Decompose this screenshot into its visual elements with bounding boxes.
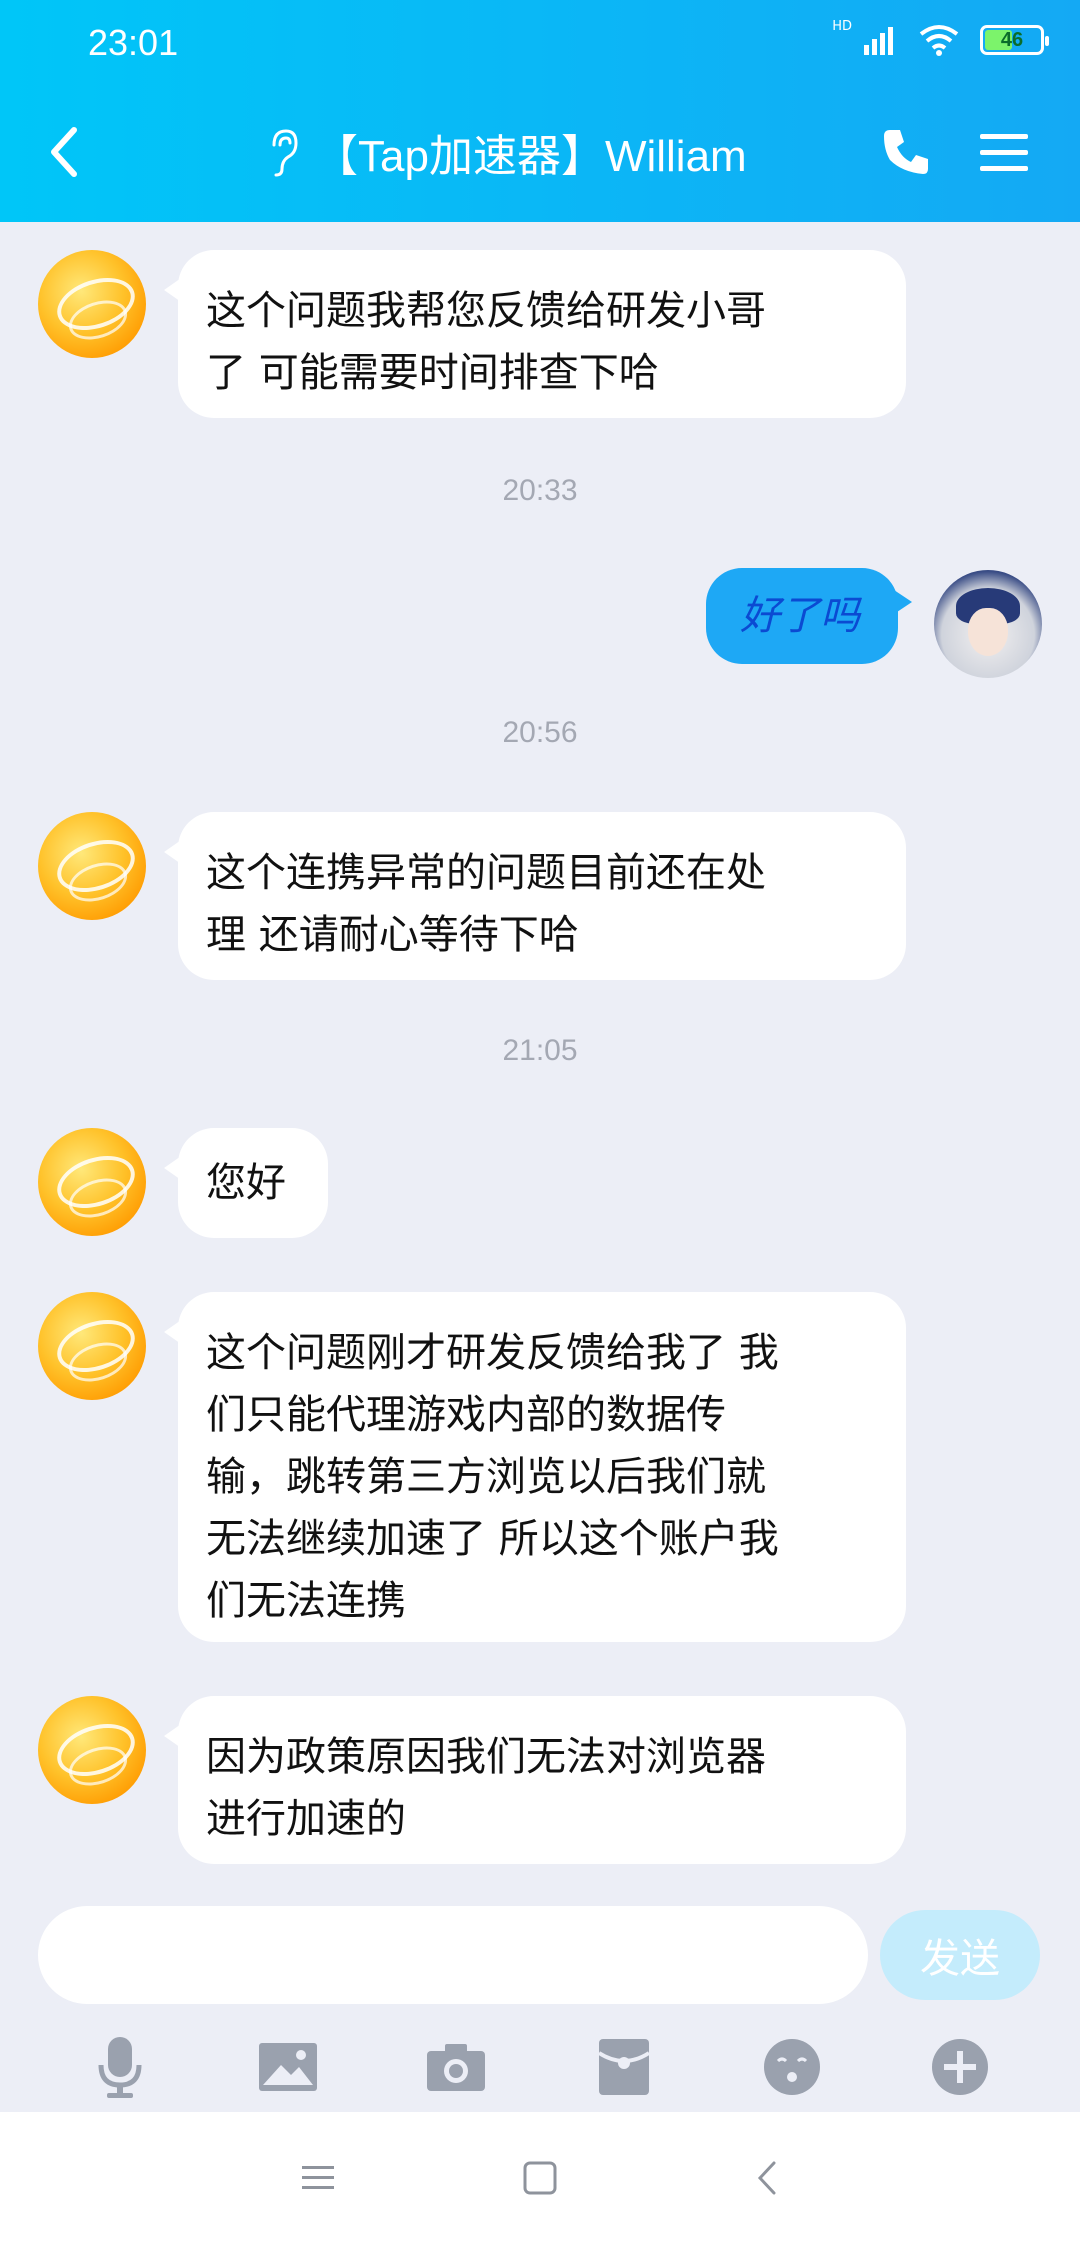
chat-title: 【Tap加速器】William xyxy=(314,132,747,181)
recent-apps-icon[interactable] xyxy=(298,2158,338,2198)
voice-button[interactable] xyxy=(85,2032,155,2102)
message-line: 无法继续加速了 所以这个账户我 xyxy=(206,1516,779,1562)
message-bubble[interactable]: 这个问题刚才研发反馈给我了 我 们只能代理游戏内部的数据传 输，跳转第三方浏览以… xyxy=(164,1292,906,1642)
message-line: 这个问题我帮您反馈给研发小哥 xyxy=(206,288,766,334)
network-type-label: HD xyxy=(832,18,852,34)
message-line: 这个连携异常的问题目前还在处 xyxy=(206,850,766,896)
battery-level: 46 xyxy=(1000,28,1024,51)
image-icon xyxy=(259,2043,317,2091)
message-bubble[interactable]: 因为政策原因我们无法对浏览器 进行加速的 xyxy=(164,1696,906,1864)
camera-button[interactable] xyxy=(421,2032,491,2102)
back-nav-icon[interactable] xyxy=(748,2158,788,2198)
emoji-button[interactable] xyxy=(757,2032,827,2102)
back-arrow-icon[interactable] xyxy=(40,122,90,182)
my-message-bubble[interactable]: 好了吗 xyxy=(706,568,912,664)
timestamp: 20:56 xyxy=(502,716,578,749)
message-line: 因为政策原因我们无法对浏览器 xyxy=(206,1734,766,1780)
user-avatar[interactable] xyxy=(934,570,1042,678)
plus-icon xyxy=(932,2039,988,2095)
message-bubble[interactable]: 这个问题我帮您反馈给研发小哥 了 可能需要时间排查下哈 xyxy=(164,250,906,418)
agent-avatar[interactable] xyxy=(38,1292,146,1400)
agent-avatar[interactable] xyxy=(38,812,146,920)
wifi-icon xyxy=(919,25,959,56)
timestamp: 21:05 xyxy=(502,1034,578,1067)
message-line: 进行加速的 xyxy=(206,1796,406,1842)
chat-header: 23:01 HD 46 【Tap加速器】William xyxy=(0,0,1080,222)
more-button[interactable] xyxy=(925,2032,995,2102)
agent-avatar[interactable] xyxy=(38,250,146,358)
phone-icon[interactable] xyxy=(880,126,932,178)
message-line: 了 可能需要时间排查下哈 xyxy=(206,350,659,396)
message-list[interactable]: 这个问题我帮您反馈给研发小哥 了 可能需要时间排查下哈 20:33 好了吗 20… xyxy=(0,222,1080,1902)
composer-toolbar xyxy=(0,2012,1080,2122)
red-packet-button[interactable] xyxy=(589,2032,659,2102)
status-time: 23:01 xyxy=(88,22,179,63)
message-line: 输，跳转第三方浏览以后我们就 xyxy=(206,1454,766,1500)
message-bubble[interactable]: 您好 xyxy=(164,1128,328,1238)
home-icon[interactable] xyxy=(520,2158,560,2198)
message-text: 您好 xyxy=(206,1160,286,1206)
message-line: 这个问题刚才研发反馈给我了 我 xyxy=(206,1330,779,1376)
message-line: 们只能代理游戏内部的数据传 xyxy=(206,1392,726,1438)
timestamp: 20:33 xyxy=(502,474,578,507)
composer: 发送 xyxy=(0,1902,1080,2012)
microphone-icon xyxy=(98,2037,142,2098)
camera-icon xyxy=(427,2044,485,2091)
emoji-icon xyxy=(764,2039,820,2095)
ear-icon xyxy=(272,129,298,177)
message-line: 理 还请耐心等待下哈 xyxy=(206,912,579,958)
system-navigation-bar xyxy=(0,2112,1080,2244)
battery-icon: 46 xyxy=(980,25,1049,55)
menu-icon[interactable] xyxy=(976,130,1032,176)
agent-avatar[interactable] xyxy=(38,1128,146,1236)
send-button[interactable]: 发送 xyxy=(880,1910,1040,2000)
message-text: 好了吗 xyxy=(740,593,860,639)
message-input[interactable] xyxy=(38,1906,868,2004)
chat-title-group[interactable]: 【Tap加速器】William xyxy=(262,120,747,184)
gallery-button[interactable] xyxy=(253,2032,323,2102)
agent-avatar[interactable] xyxy=(38,1696,146,1804)
message-bubble[interactable]: 这个连携异常的问题目前还在处 理 还请耐心等待下哈 xyxy=(164,812,906,980)
message-line: 们无法连携 xyxy=(206,1578,406,1624)
status-icons: HD 46 xyxy=(824,19,1049,56)
gift-icon xyxy=(597,2039,651,2095)
signal-icon xyxy=(864,27,893,55)
